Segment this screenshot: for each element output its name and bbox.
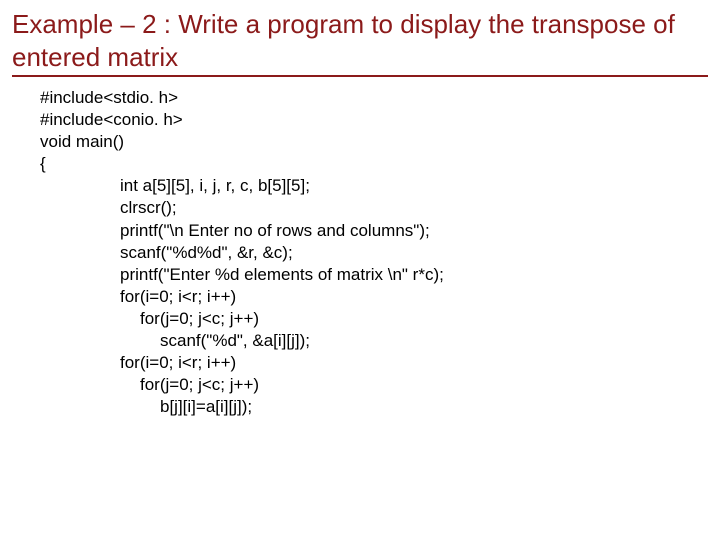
code-line: #include<stdio. h> [40,87,708,109]
slide-title: Example – 2 : Write a program to display… [12,8,708,77]
code-line: printf("\n Enter no of rows and columns"… [40,220,708,242]
code-line: for(j=0; j<c; j++) [40,374,708,396]
code-line: for(j=0; j<c; j++) [40,308,708,330]
code-line: scanf("%d", &a[i][j]); [40,330,708,352]
code-line: for(i=0; i<r; i++) [40,352,708,374]
code-line: int a[5][5], i, j, r, c, b[5][5]; [40,175,708,197]
code-block: #include<stdio. h> #include<conio. h> vo… [12,87,708,418]
code-line: clrscr(); [40,197,708,219]
code-line: { [40,153,708,175]
code-line: b[j][i]=a[i][j]); [40,396,708,418]
code-line: for(i=0; i<r; i++) [40,286,708,308]
code-line: #include<conio. h> [40,109,708,131]
code-line: scanf("%d%d", &r, &c); [40,242,708,264]
code-line: void main() [40,131,708,153]
code-line: printf("Enter %d elements of matrix \n" … [40,264,708,286]
